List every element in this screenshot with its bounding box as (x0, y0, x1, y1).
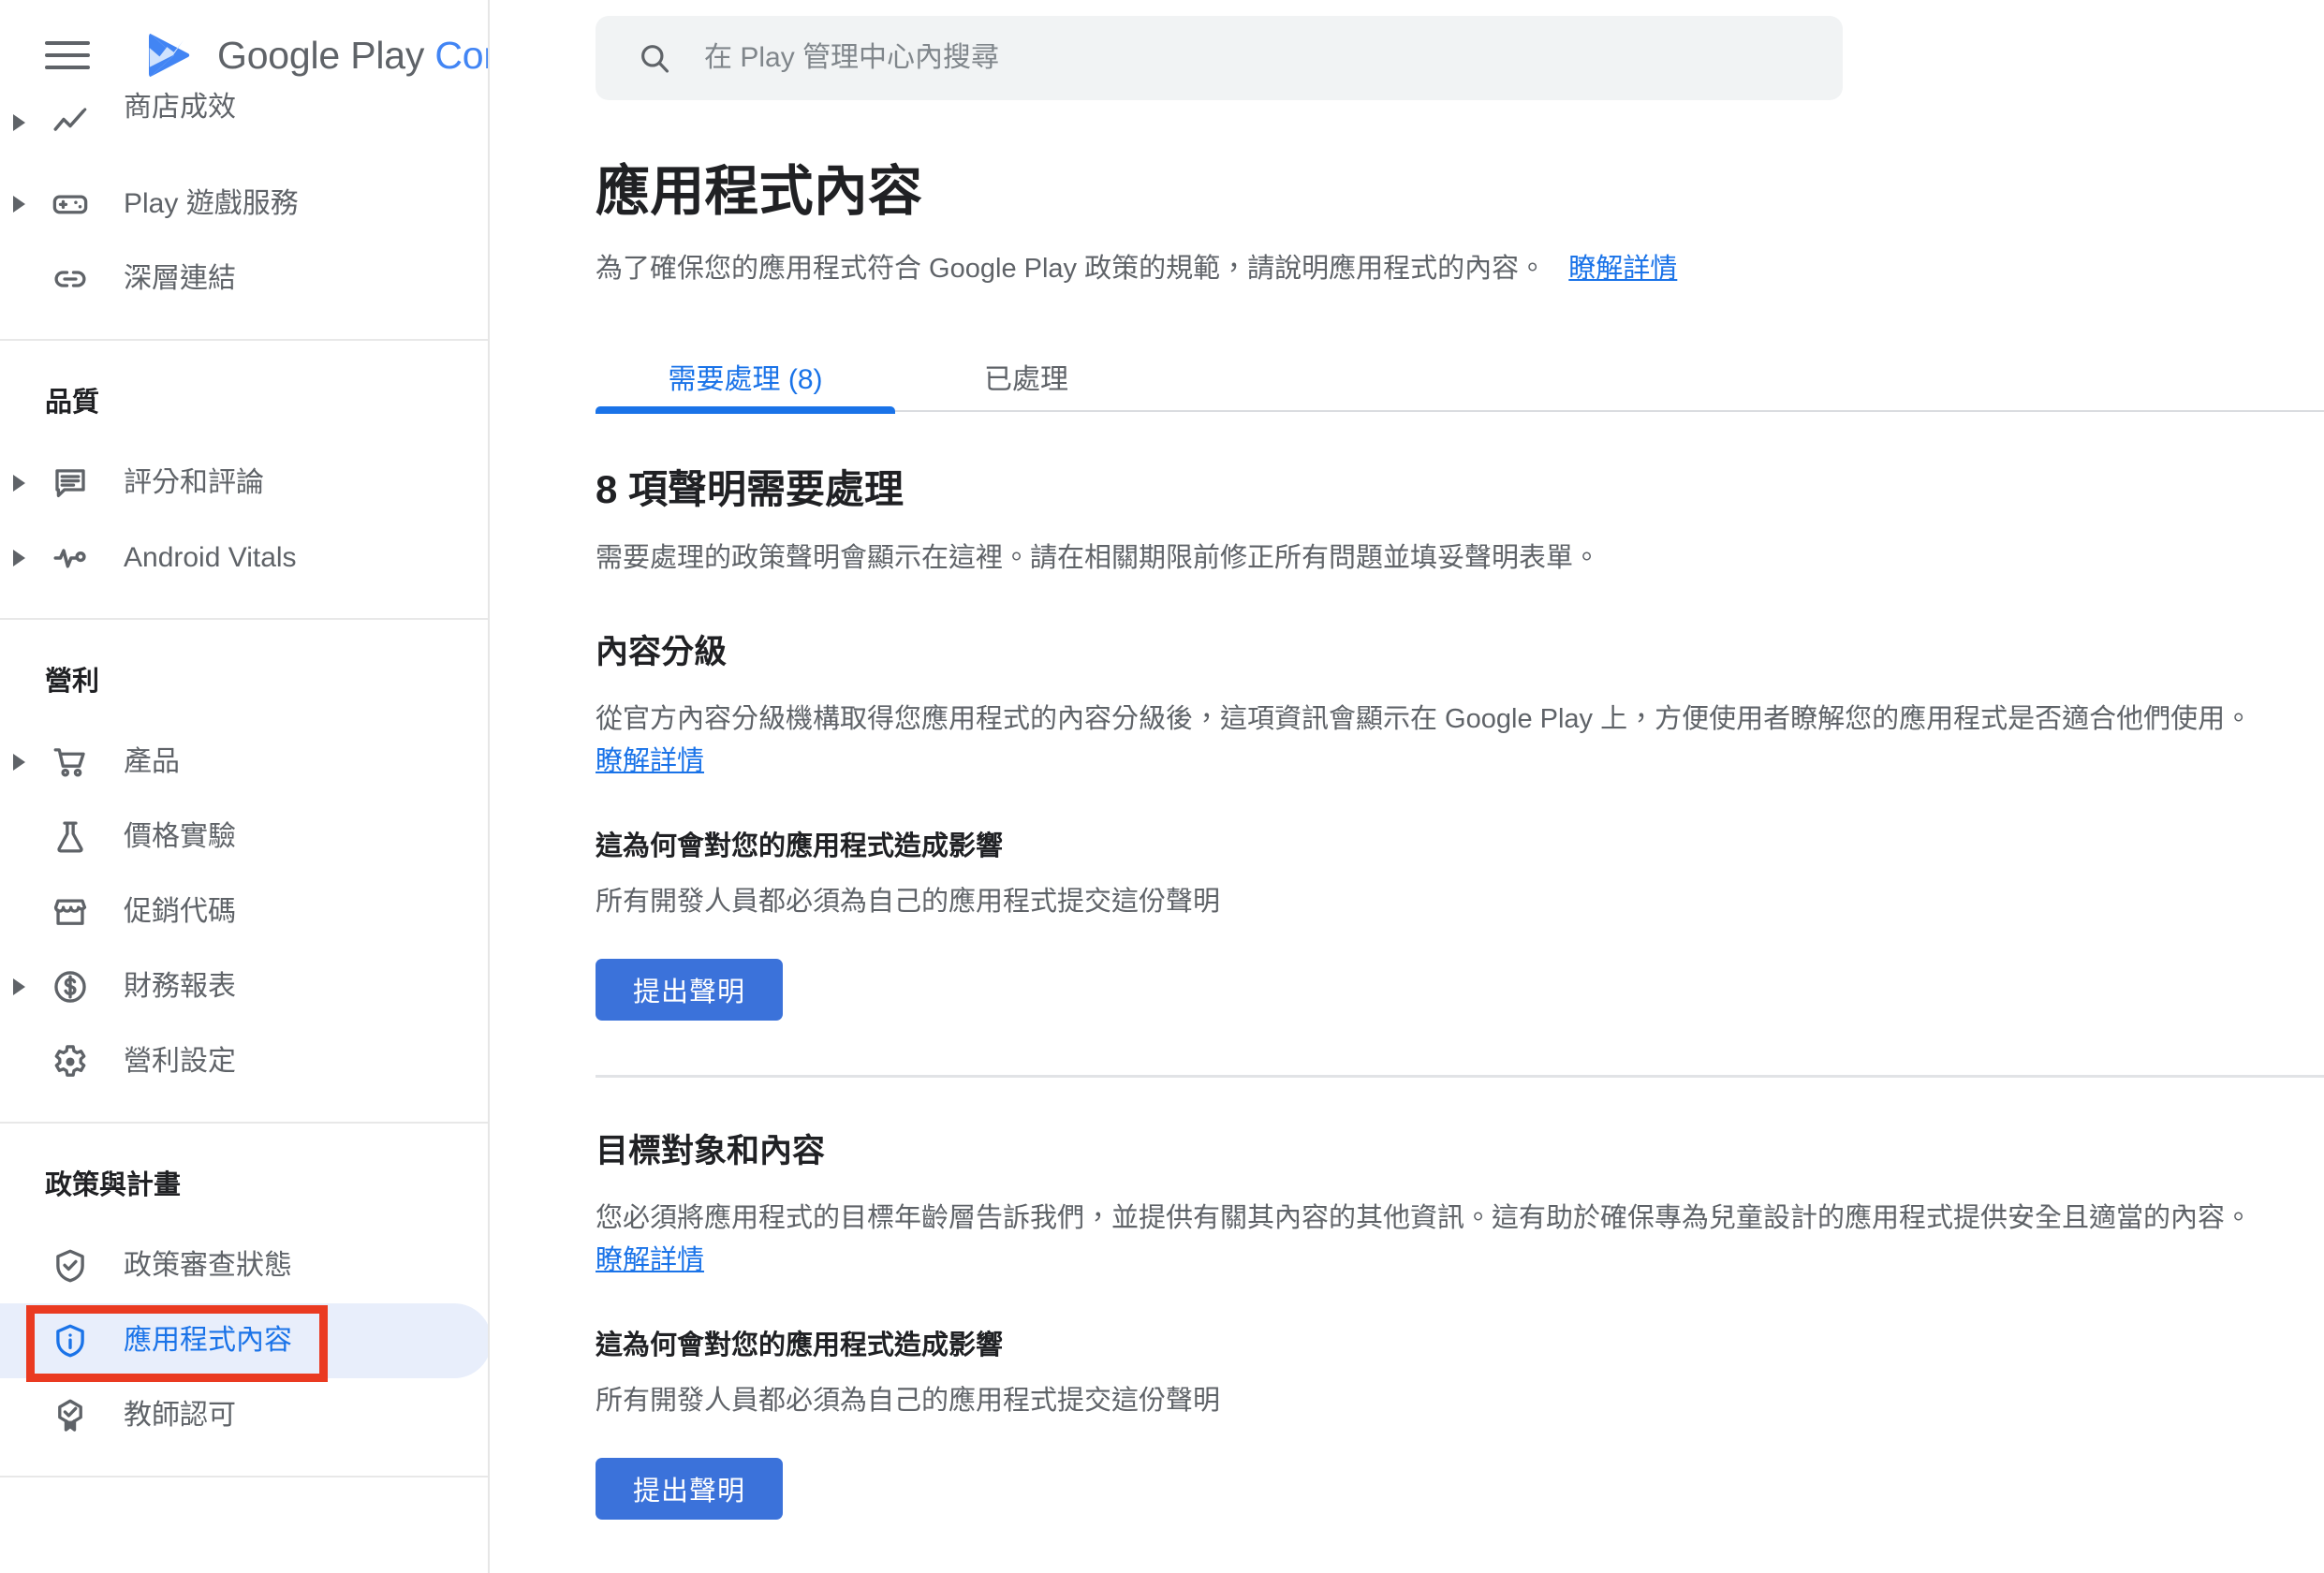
page-subtitle-text: 為了確保您的應用程式符合 Google Play 政策的規範，請說明應用程式的內… (596, 254, 1547, 285)
hamburger-menu-icon[interactable] (45, 32, 92, 79)
sidebar-item-store-performance[interactable]: 商店成效 (0, 94, 488, 152)
gear-icon (49, 1040, 92, 1083)
sidebar-item-label: 營利設定 (124, 1046, 236, 1077)
sidebar-item-label: Android Vitals (124, 542, 297, 573)
sidebar-item-price-experiments[interactable]: 價格實驗 (0, 800, 488, 875)
shield-check-icon (49, 1244, 92, 1287)
search-input[interactable] (704, 42, 1640, 74)
start-declaration-button-target-audience[interactable]: 提出聲明 (596, 1458, 784, 1521)
trending-up-icon (49, 101, 92, 144)
sidebar-item-label: 政策審查狀態 (124, 1250, 292, 1281)
tab-needs-attention[interactable]: 需要處理 (8) (596, 341, 895, 415)
sidebar-item-label: 應用程式內容 (124, 1325, 292, 1356)
sidebar-item-label: 教師認可 (124, 1400, 236, 1431)
section-body-content-rating: 從官方內容分級機構取得您應用程式的內容分級後，這項資訊會顯示在 Google P… (596, 698, 2324, 783)
sidebar-item-android-vitals[interactable]: Android Vitals (0, 521, 488, 595)
sidebar-item-label: 深層連結 (124, 263, 236, 294)
chevron-right-icon[interactable] (13, 754, 25, 771)
gamepad-icon (49, 183, 92, 226)
sidebar-item-label: 評分和評論 (124, 467, 264, 498)
chevron-right-icon[interactable] (13, 475, 25, 492)
dollar-circle-icon (49, 965, 92, 1008)
sidebar-item-app-content[interactable]: 應用程式內容 (0, 1303, 488, 1378)
section-body-target-audience: 您必須將應用程式的目標年齡層告訴我們，並提供有關其內容的其他資訊。這有助於確保專… (596, 1198, 2324, 1282)
impact-heading-content-rating: 這為何會對您的應用程式造成影響 (596, 831, 1004, 862)
sidebar-item-label: 價格實驗 (124, 821, 236, 852)
learn-more-link[interactable]: 瞭解詳情 (1568, 254, 1677, 284)
content-area: 應用程式內容 為了確保您的應用程式符合 Google Play 政策的規範，請說… (490, 160, 2324, 1573)
sidebar: Google Play Console 商店成效 (0, 0, 490, 1573)
sidebar-nav: 商店成效 Play 遊戲服務 深層連結 品質 評分和評論 Android Vit… (0, 94, 488, 1477)
pulse-icon (49, 537, 92, 580)
sidebar-divider (0, 1476, 488, 1477)
sidebar-item-label: 促銷代碼 (124, 896, 236, 927)
sidebar-item-label: 財務報表 (124, 971, 236, 1002)
chevron-right-icon[interactable] (13, 196, 25, 213)
sidebar-item-monetization-setup[interactable]: 營利設定 (0, 1024, 488, 1099)
brand-title: Google Play Console (217, 33, 488, 78)
section-title-target-audience: 目標對象和內容 (596, 1133, 826, 1170)
app-root: Google Play Console 商店成效 (0, 0, 2324, 1573)
learn-more-link[interactable]: 瞭解詳情 (596, 746, 704, 776)
sidebar-item-products[interactable]: 產品 (0, 725, 488, 800)
google-play-logo-icon[interactable] (142, 29, 195, 81)
start-declaration-button-content-rating[interactable]: 提出聲明 (596, 959, 784, 1022)
page-subtitle: 為了確保您的應用程式符合 Google Play 政策的規範，請說明應用程式的內… (596, 249, 2324, 288)
sidebar-item-promo-codes[interactable]: 促銷代碼 (0, 875, 488, 949)
tab-bar: 需要處理 (8) 已處理 (596, 341, 2324, 415)
impact-text-target-audience: 所有開發人員都必須為自己的應用程式提交這份聲明 (596, 1386, 1221, 1416)
search-icon (637, 40, 672, 76)
shield-info-icon (49, 1319, 92, 1362)
sidebar-section-policy: 政策與計畫 (45, 1170, 182, 1200)
sidebar-section-quality: 品質 (45, 388, 100, 418)
storefront-icon (49, 890, 92, 934)
shopping-cart-icon (49, 741, 92, 784)
section-body-text: 您必須將應用程式的目標年齡層告訴我們，並提供有關其內容的其他資訊。這有助於確保專… (596, 1203, 2253, 1234)
sidebar-section-monetize: 營利 (45, 667, 100, 697)
chevron-right-icon[interactable] (13, 114, 25, 131)
impact-text-content-rating: 所有開發人員都必須為自己的應用程式提交這份聲明 (596, 887, 1221, 918)
chevron-right-icon[interactable] (13, 550, 25, 566)
main-content: 應用程式內容 為了確保您的應用程式符合 Google Play 政策的規範，請說… (490, 0, 2324, 1573)
sidebar-item-ratings-reviews[interactable]: 評分和評論 (0, 446, 488, 521)
link-icon (49, 257, 92, 301)
sidebar-item-teacher-approved[interactable]: 教師認可 (0, 1378, 488, 1453)
section-divider (596, 1075, 2324, 1079)
learn-more-link[interactable]: 瞭解詳情 (596, 1245, 704, 1275)
sidebar-item-label: Play 遊戲服務 (124, 188, 299, 219)
sidebar-item-play-games-services[interactable]: Play 遊戲服務 (0, 167, 488, 242)
sidebar-item-label: 產品 (124, 746, 180, 777)
sidebar-item-financial-reports[interactable]: 財務報表 (0, 949, 488, 1024)
flask-icon (49, 816, 92, 859)
chevron-right-icon[interactable] (13, 978, 25, 995)
brand-name-primary: Google Play (217, 33, 425, 77)
section-title-content-rating: 內容分級 (596, 634, 728, 671)
sidebar-item-policy-status[interactable]: 政策審查狀態 (0, 1228, 488, 1303)
impact-heading-target-audience: 這為何會對您的應用程式造成影響 (596, 1330, 1004, 1360)
tab-completed[interactable]: 已處理 (933, 341, 1120, 412)
declarations-subheading: 需要處理的政策聲明會顯示在這裡。請在相關期限前修正所有問題並填妥聲明表單。 (596, 542, 1601, 573)
sidebar-item-deep-links[interactable]: 深層連結 (0, 242, 488, 316)
brand-name-secondary: Console (434, 33, 488, 77)
badge-check-icon (49, 1394, 92, 1437)
section-body-text: 從官方內容分級機構取得您應用程式的內容分級後，這項資訊會顯示在 Google P… (596, 704, 2253, 735)
review-comment-icon (49, 462, 92, 505)
sidebar-item-label: 商店成效 (124, 92, 236, 123)
page-title: 應用程式內容 (596, 161, 923, 222)
search-bar[interactable] (596, 16, 1843, 100)
declarations-heading: 8 項聲明需要處理 (596, 467, 905, 512)
